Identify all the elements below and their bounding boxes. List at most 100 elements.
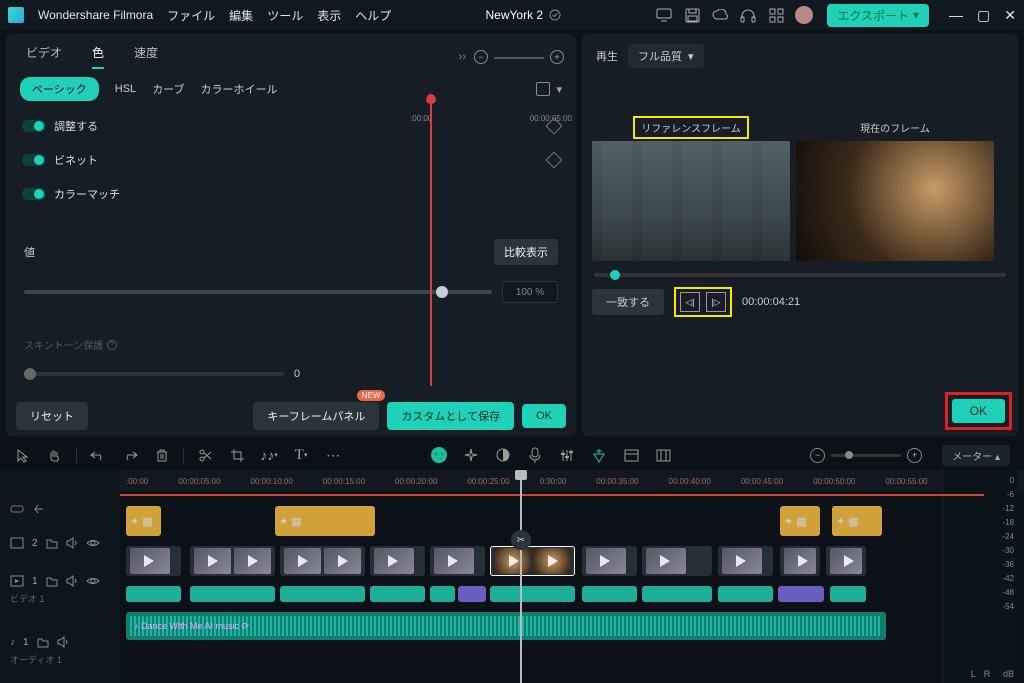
- tab-color[interactable]: 色: [92, 44, 104, 69]
- scissors-icon[interactable]: ✂: [511, 530, 531, 550]
- ok-button-left[interactable]: OK: [522, 404, 566, 428]
- audio-subclip[interactable]: [830, 586, 866, 602]
- meter-button[interactable]: メーター ▴: [942, 445, 1010, 466]
- audio-subclip[interactable]: [430, 586, 455, 602]
- video-clip[interactable]: [780, 546, 820, 576]
- export-button[interactable]: エクスポート▾: [827, 4, 929, 27]
- fx-clip[interactable]: ✦ ▦: [832, 506, 882, 536]
- maximize-button[interactable]: ▢: [977, 7, 990, 24]
- folder-icon[interactable]: [46, 576, 58, 587]
- menu-help[interactable]: ヘルプ: [355, 7, 391, 24]
- video-clip[interactable]: [826, 546, 866, 576]
- speaker-icon[interactable]: [66, 537, 78, 549]
- reset-button[interactable]: リセット: [16, 402, 88, 430]
- keyframe-diamond-icon[interactable]: [546, 152, 563, 169]
- playhead[interactable]: ✂: [520, 470, 522, 683]
- preview-scrubber[interactable]: [594, 273, 1006, 277]
- undo-icon[interactable]: [89, 446, 107, 464]
- audio-subclip[interactable]: [126, 586, 181, 602]
- apps-icon[interactable]: [767, 6, 785, 24]
- speaker-icon[interactable]: [57, 636, 69, 648]
- tracks-area[interactable]: :00:0000:00:05:0000:00:10:0000:00:15:000…: [120, 470, 1024, 683]
- video-clip[interactable]: [190, 546, 275, 576]
- menu-view[interactable]: 表示: [317, 7, 341, 24]
- audio-subclip[interactable]: [642, 586, 712, 602]
- transition-clip[interactable]: [458, 586, 486, 602]
- subtab-hsl[interactable]: HSL: [115, 83, 136, 95]
- video-clip[interactable]: [718, 546, 773, 576]
- audio-subclip[interactable]: [582, 586, 637, 602]
- sparkle-icon[interactable]: [462, 446, 480, 464]
- value-slider[interactable]: [24, 290, 492, 294]
- toggle-vignette[interactable]: [22, 154, 46, 166]
- tab-video[interactable]: ビデオ: [26, 44, 62, 69]
- menu-file[interactable]: ファイル: [167, 7, 215, 24]
- fx-clip[interactable]: ✦ ▦: [780, 506, 820, 536]
- speaker-icon[interactable]: [66, 575, 78, 587]
- audio-subclip[interactable]: [280, 586, 365, 602]
- avatar-icon[interactable]: [795, 6, 813, 24]
- video-clip[interactable]: [430, 546, 485, 576]
- track-link-icon[interactable]: [10, 502, 24, 516]
- color-icon[interactable]: [494, 446, 512, 464]
- skintone-number[interactable]: 0: [294, 368, 300, 380]
- eye-icon[interactable]: [86, 576, 100, 586]
- subtab-basic[interactable]: ベーシック: [20, 77, 99, 101]
- next-frame-button[interactable]: |▷: [706, 292, 726, 312]
- ok-button-right[interactable]: OK: [952, 399, 1005, 423]
- menu-tool[interactable]: ツール: [267, 7, 303, 24]
- fx-clip[interactable]: ✦ ▦: [275, 506, 375, 536]
- trash-icon[interactable]: [153, 446, 171, 464]
- zoom-out-icon[interactable]: −: [474, 50, 488, 64]
- match-button[interactable]: 一致する: [592, 289, 664, 315]
- eye-icon[interactable]: [86, 538, 100, 548]
- video-clip-selected[interactable]: [490, 546, 575, 576]
- toggle-colormatch[interactable]: [22, 188, 46, 200]
- chevron-down-icon[interactable]: ▾: [556, 83, 562, 96]
- music-icon[interactable]: ♪♪▾: [260, 446, 278, 464]
- headphones-icon[interactable]: [739, 6, 757, 24]
- video-clip[interactable]: [280, 546, 365, 576]
- transition-clip[interactable]: [778, 586, 824, 602]
- tab-speed[interactable]: 速度: [134, 44, 158, 69]
- save-custom-button[interactable]: カスタムとして保存: [387, 402, 514, 430]
- scissors-icon[interactable]: [196, 446, 214, 464]
- tl-zoom-out-icon[interactable]: −: [810, 448, 825, 463]
- audio-clip[interactable]: ♪ Dance With Me AI music ⟳: [126, 612, 886, 640]
- skintone-slider[interactable]: [24, 372, 284, 376]
- mic-icon[interactable]: [526, 446, 544, 464]
- cloud-icon[interactable]: [711, 6, 729, 24]
- audio-subclip[interactable]: [490, 586, 575, 602]
- quality-select[interactable]: フル品質▾: [628, 44, 704, 68]
- close-button[interactable]: ✕: [1004, 7, 1016, 24]
- cursor-icon[interactable]: [14, 446, 32, 464]
- toggle-adjust[interactable]: [22, 120, 46, 132]
- text-icon[interactable]: T▾: [292, 446, 310, 464]
- project-name[interactable]: NewYork 2: [486, 8, 562, 22]
- zoom-in-icon[interactable]: +: [550, 50, 564, 64]
- save-icon[interactable]: [683, 6, 701, 24]
- audio-subclip[interactable]: [370, 586, 425, 602]
- track-unlink-icon[interactable]: [32, 502, 46, 516]
- mixer-icon[interactable]: [558, 446, 576, 464]
- layout2-icon[interactable]: [654, 446, 672, 464]
- compare-icon[interactable]: [536, 82, 550, 96]
- keyframe-diamond-icon[interactable]: [546, 118, 563, 135]
- subtab-curve[interactable]: カーブ: [152, 81, 184, 97]
- folder-icon[interactable]: [46, 538, 58, 549]
- collapse-icon[interactable]: ››: [459, 51, 466, 63]
- video-clip[interactable]: [642, 546, 712, 576]
- layout1-icon[interactable]: [622, 446, 640, 464]
- video-clip[interactable]: [126, 546, 181, 576]
- audio-subclip[interactable]: [190, 586, 275, 602]
- menu-edit[interactable]: 編集: [229, 7, 253, 24]
- marker-icon[interactable]: [590, 446, 608, 464]
- video-clip[interactable]: [582, 546, 637, 576]
- timeline-ruler[interactable]: :00:0000:00:05:0000:00:10:0000:00:15:000…: [120, 470, 1024, 492]
- hand-icon[interactable]: [46, 446, 64, 464]
- fx-clip[interactable]: ✦ ▦: [126, 506, 161, 536]
- tl-zoom-track[interactable]: [831, 454, 901, 457]
- keyframe-button[interactable]: キーフレームパネルNEW: [253, 402, 379, 430]
- zoom-track[interactable]: [494, 57, 544, 59]
- more-icon[interactable]: ⋯: [324, 446, 342, 464]
